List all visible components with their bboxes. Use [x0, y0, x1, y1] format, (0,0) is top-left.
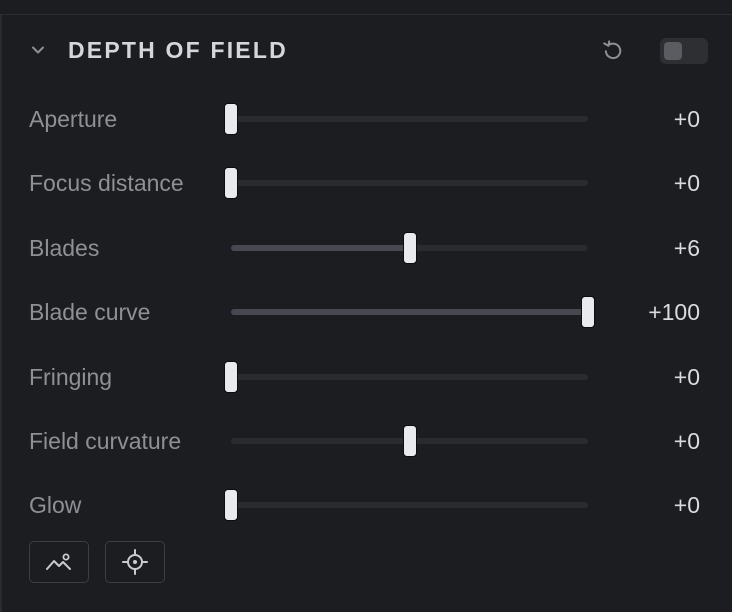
slider-track[interactable]	[224, 489, 588, 522]
slider-track[interactable]	[231, 231, 588, 264]
slider-track[interactable]	[224, 103, 588, 135]
slider-row-blades: Blades +6	[0, 227, 732, 267]
crosshair-icon	[122, 549, 148, 575]
slider-value[interactable]: +0	[674, 170, 700, 196]
toggle-knob	[664, 42, 682, 60]
slider-value[interactable]: +0	[674, 364, 700, 390]
slider-thumb[interactable]	[224, 167, 238, 200]
slider-label: Blade curve	[29, 299, 151, 326]
reset-icon[interactable]	[600, 37, 626, 63]
slider-track[interactable]	[224, 360, 588, 393]
slider-value[interactable]: +0	[674, 492, 700, 518]
slider-value[interactable]: +6	[674, 235, 700, 261]
chevron-down-icon[interactable]	[30, 42, 46, 58]
slider-row-field-curvature: Field curvature +0	[0, 420, 732, 460]
slider-row-aperture: Aperture +0	[0, 98, 732, 138]
section-enable-toggle[interactable]	[660, 38, 708, 64]
slider-label: Glow	[29, 492, 82, 519]
slider-thumb[interactable]	[224, 103, 238, 135]
divider	[0, 14, 732, 15]
landscape-mask-button[interactable]	[29, 541, 89, 583]
slider-value[interactable]: +100	[648, 299, 700, 325]
slider-track[interactable]	[231, 425, 588, 457]
slider-label: Blades	[29, 234, 100, 261]
slider-value[interactable]: +0	[674, 106, 700, 132]
slider-label: Aperture	[29, 106, 118, 132]
focus-picker-button[interactable]	[105, 541, 165, 583]
landscape-icon	[46, 553, 71, 570]
slider-thumb[interactable]	[402, 231, 417, 264]
slider-label: Field curvature	[29, 428, 182, 454]
slider-row-glow: Glow +0	[0, 484, 732, 524]
slider-track[interactable]	[231, 296, 595, 329]
section-title: DEPTH OF FIELD	[68, 37, 288, 63]
slider-label: Focus distance	[29, 170, 184, 197]
slider-fill	[231, 244, 410, 251]
slider-fill	[231, 309, 588, 316]
slider-thumb[interactable]	[581, 296, 595, 329]
depth-of-field-panel: DEPTH OF FIELD Aperture +0 Focus distance +…	[0, 0, 732, 612]
slider-thumb[interactable]	[224, 360, 238, 393]
slider-row-blade-curve: Blade curve +100	[0, 291, 732, 331]
slider-track[interactable]	[224, 167, 588, 200]
section-header[interactable]: DEPTH OF FIELD	[0, 22, 732, 78]
slider-thumb[interactable]	[224, 489, 238, 522]
slider-row-focus-distance: Focus distance +0	[0, 162, 732, 202]
slider-value[interactable]: +0	[674, 428, 700, 454]
slider-label: Fringing	[29, 363, 113, 390]
slider-row-fringing: Fringing +0	[0, 356, 732, 396]
slider-thumb[interactable]	[402, 425, 417, 457]
